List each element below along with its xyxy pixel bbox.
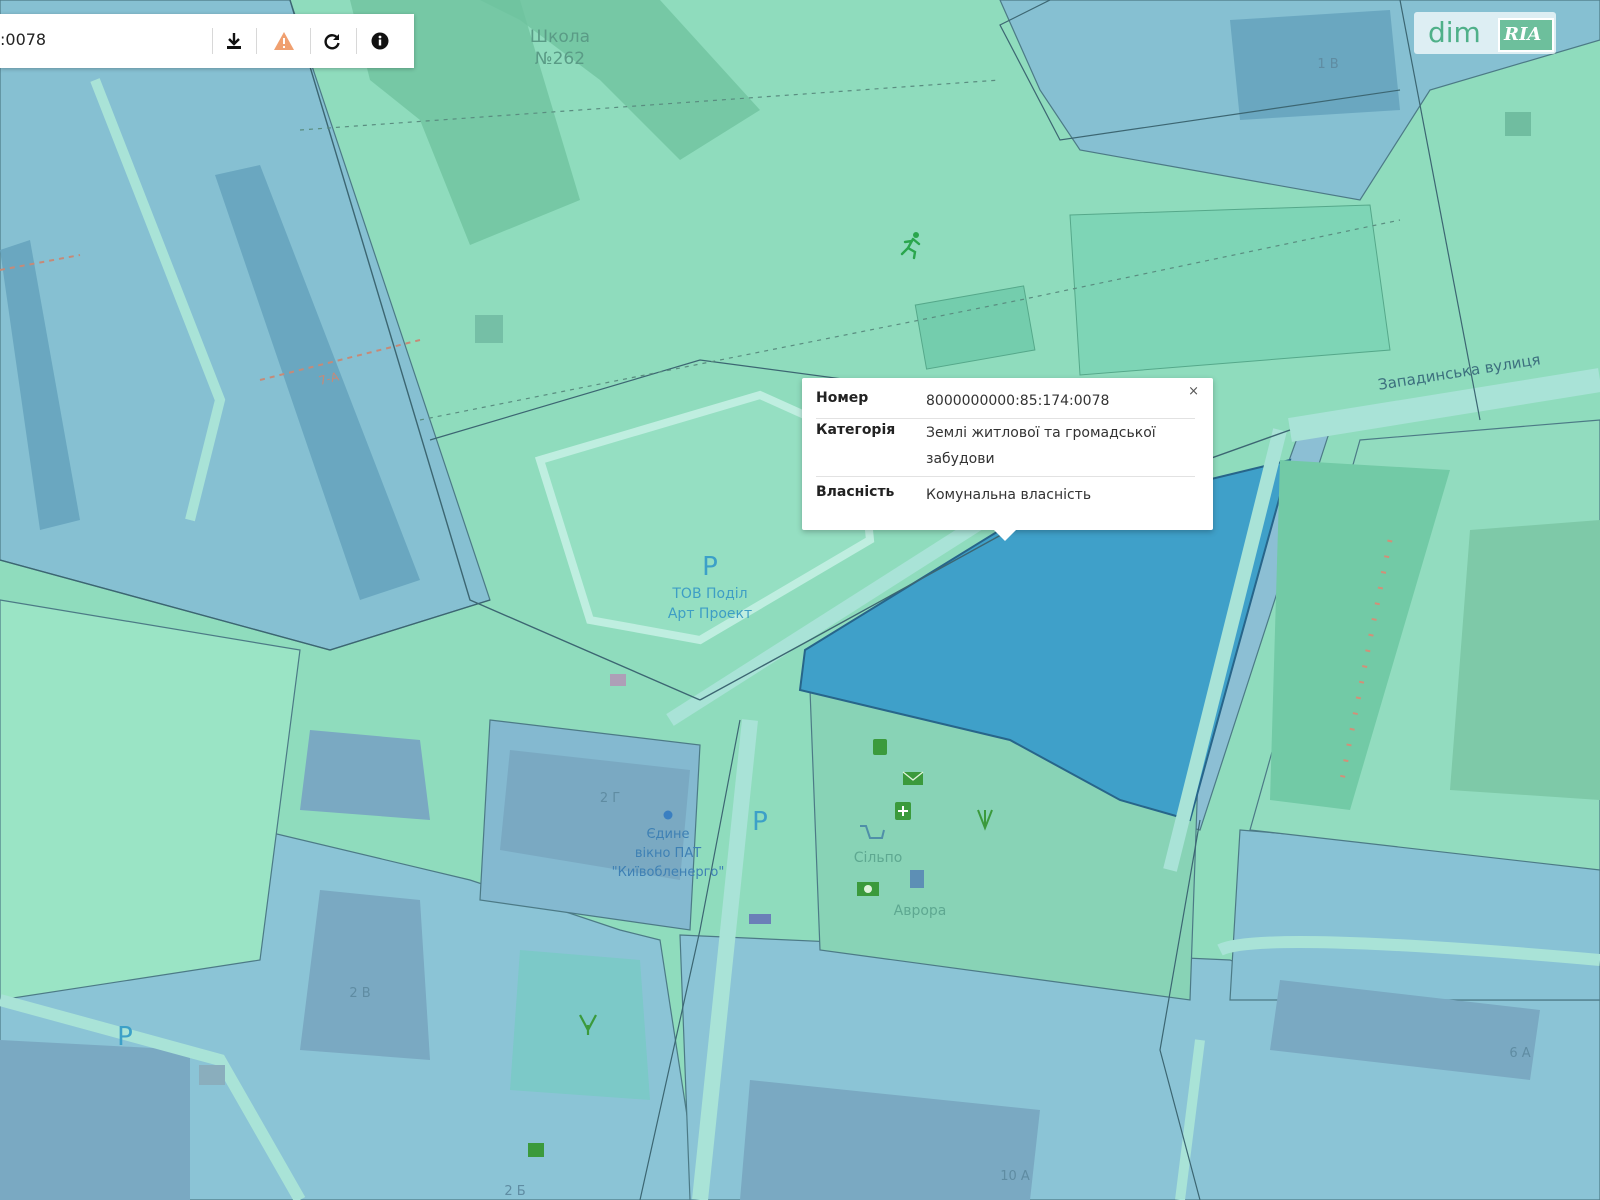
label-house-1v: 1 В [1317,57,1338,72]
label-parking-1: P [702,552,718,582]
building-2a [300,730,430,820]
popup-pointer [994,530,1016,541]
label-house-6a: 6 А [1509,1046,1530,1061]
building-1v [1230,10,1400,120]
popup-value: Землі житлової та громадської забудови [926,425,1156,467]
stadium-field [1069,204,1391,376]
info-icon [371,32,389,50]
watermark-ria-box: RIA [1498,18,1554,52]
dimria-watermark: dim RIA [1414,12,1556,54]
label-company-line2: Арт Проект [668,606,752,622]
bus-icon [749,914,771,924]
toolbar-separator [256,28,257,54]
library-icon [528,1143,544,1157]
popup-row-number: Номер 8000000000:85:174:0078 [816,388,1195,419]
toolbar-separator [212,28,213,54]
map-toolbar: :0078 [0,14,414,68]
building-2v [300,890,430,1060]
label-parking-3: P [117,1022,133,1052]
office-icon [910,870,924,888]
label-house-10a: 10 А [1000,1169,1030,1184]
warning-icon [274,32,294,50]
watermark-dim: dim [1428,16,1481,49]
popup-key: Категорія [816,422,896,438]
bench-icon [610,674,626,686]
label-school-line2: №262 [535,49,585,69]
parcel-green-west [0,599,301,1001]
parcel-info-popup: × Номер 8000000000:85:174:0078 Категорія… [802,378,1213,541]
label-parking-2: P [752,807,768,837]
cadastral-map[interactable]: Школа №262 Западинська вулиця P ТОВ Поді… [0,0,1600,1200]
label-bank-line2: вікно ПАТ [635,846,701,861]
toolbar-separator [356,28,357,54]
label-bank-line3: "Київобленерго" [612,865,725,880]
square-icon [475,315,503,343]
refresh-button[interactable] [316,25,348,57]
label-house-2g: 2 Г [600,791,620,806]
cadastral-search-value[interactable]: :0078 [0,30,46,49]
label-shop1: Сільпо [854,850,903,866]
toolbar-separator [310,28,311,54]
building-park-south [510,950,650,1100]
square-icon [1505,112,1531,136]
warning-button[interactable] [268,25,300,57]
download-button[interactable] [218,25,250,57]
label-bank-line1: Єдине [646,827,689,842]
label-house-2b: 2 Б [504,1184,525,1199]
refresh-icon [324,34,340,50]
label-house-2v: 2 В [349,986,370,1001]
popup-row-category: Категорія Землі житлової та громадської … [816,420,1195,477]
watermark-ria: RIA [1504,24,1542,45]
label-school-line1: Школа [530,27,590,47]
popup-row-ownership: Власність Комунальна власність [816,478,1195,510]
square-icon [199,1065,225,1085]
popup-key: Власність [816,484,895,500]
bank-marker-icon [663,810,673,820]
popup-value: Комунальна власність [926,487,1092,503]
label-shop2: Аврора [894,903,947,919]
waste-icon [873,739,887,755]
label-company-line1: ТОВ Поділ [671,586,747,602]
popup-key: Номер [816,390,869,406]
building-southwest [0,1040,190,1200]
download-icon [227,33,241,49]
info-button[interactable] [364,25,396,57]
building-east-block [1450,520,1600,800]
popup-value: 8000000000:85:174:0078 [926,393,1110,409]
